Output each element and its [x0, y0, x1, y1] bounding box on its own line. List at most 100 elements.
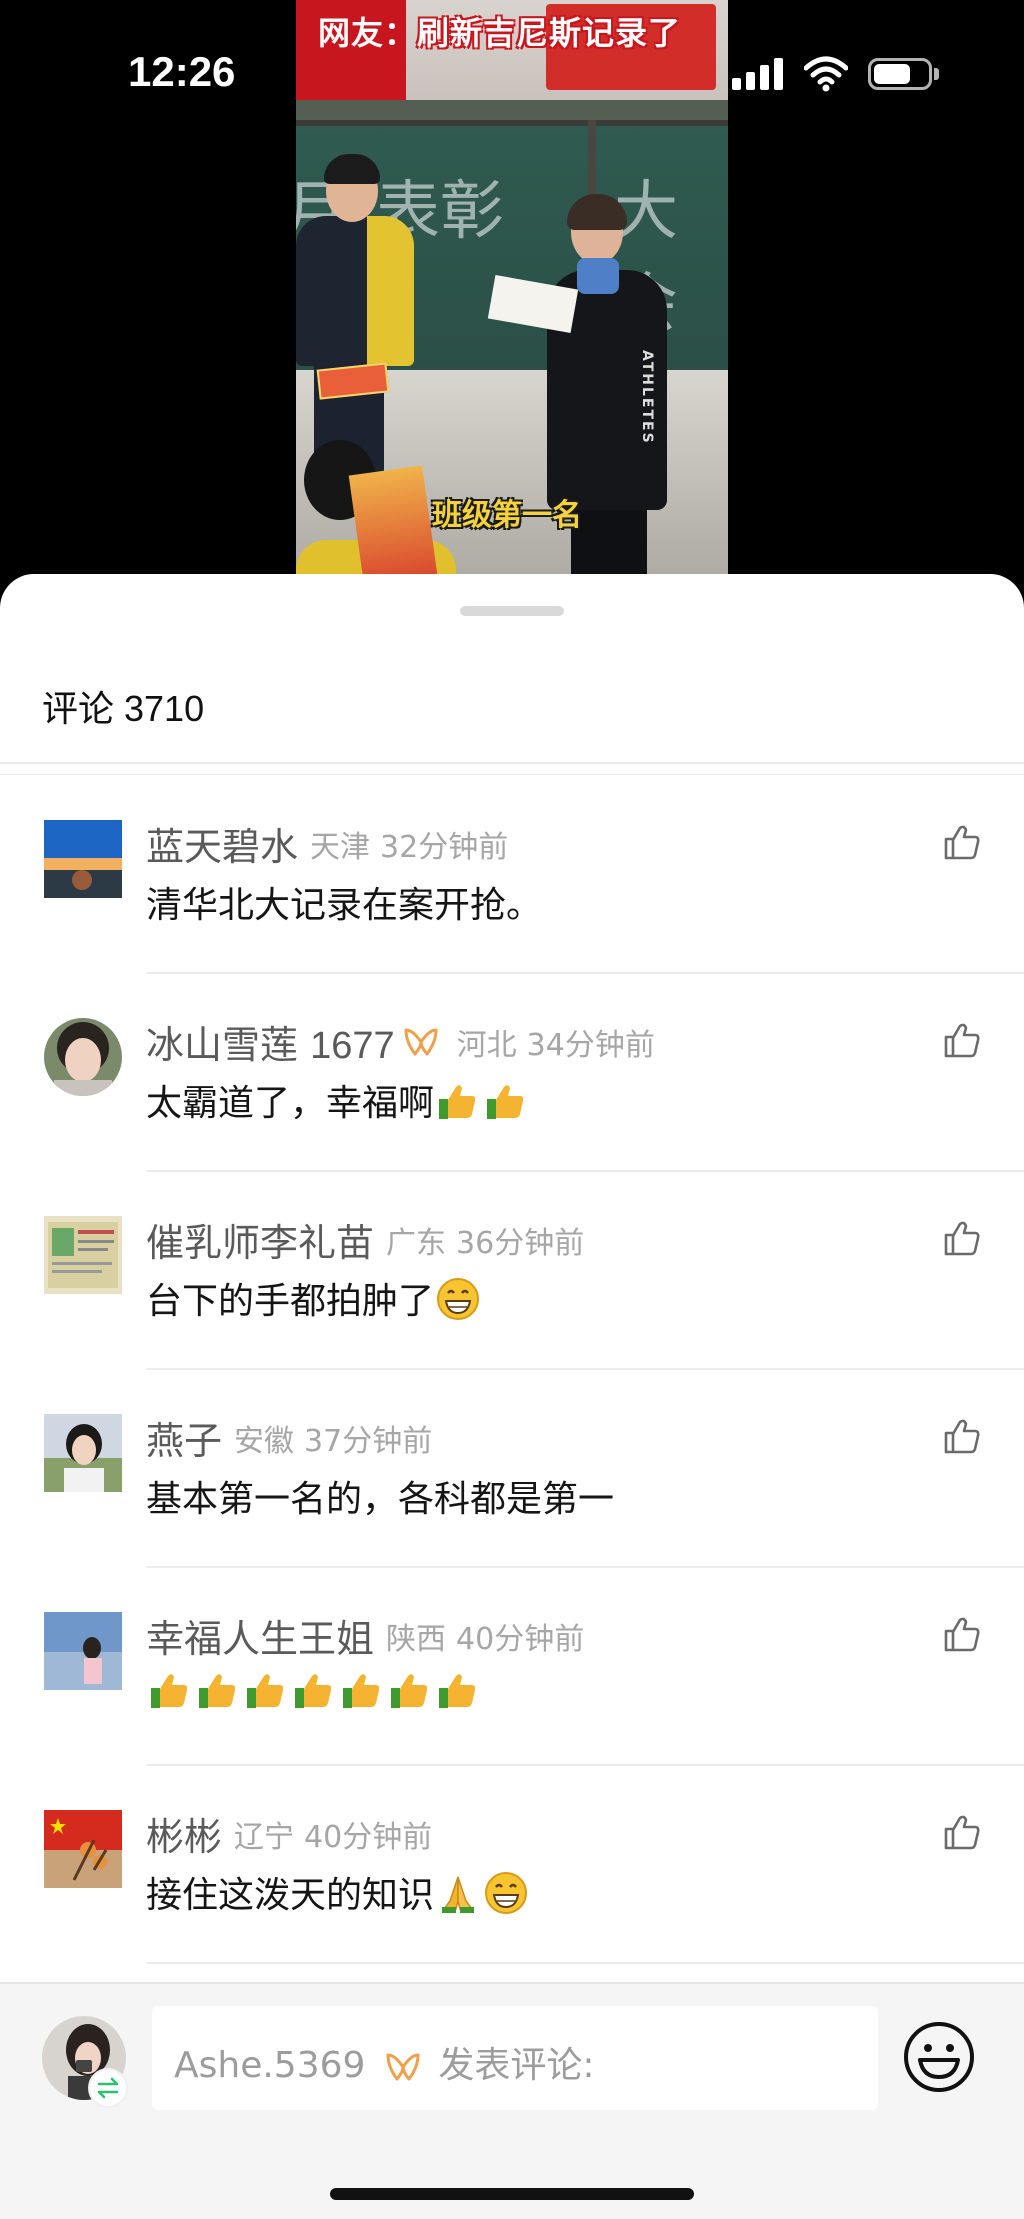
comments-title: 评论 3710 [42, 680, 204, 732]
avatar[interactable] [44, 1414, 122, 1492]
comment-text: 清华北大记录在案开抢。 [146, 885, 543, 926]
comment-text-content: 太霸道了，幸福啊 [146, 1083, 435, 1124]
input-placeholder: 发表评论: [438, 2045, 595, 2086]
sheet-drag-handle[interactable] [460, 606, 564, 616]
video-frame: 月 表彰 大会 ATHLETES 网友：刷新吉尼斯记录了 班级第一名 [296, 0, 728, 600]
comment-text [146, 1668, 482, 1713]
comment-username[interactable]: 催乳师李礼苗 [146, 1221, 374, 1265]
like-icon[interactable] [942, 1812, 982, 1852]
comment-time: 40分钟前 [456, 1621, 585, 1657]
battery-cap [934, 68, 939, 80]
teacher-scarf [577, 258, 619, 294]
comment-time: 37分钟前 [304, 1423, 433, 1459]
comment-username[interactable]: 彬彬 [146, 1815, 222, 1859]
thumbs-up-emoji-icon [484, 1079, 528, 1123]
comment-item[interactable]: 幸福人生王姐 陕西 40分钟前 [0, 1568, 1024, 1766]
comment-item[interactable]: 催乳师李礼苗 广东 36分钟前 台下的手都拍肿了 [0, 1172, 1024, 1370]
comment-time: 40分钟前 [304, 1819, 433, 1855]
comment-username-number: 1677 [310, 1025, 395, 1067]
battery-level [874, 64, 910, 84]
comment-input[interactable]: Ashe.5369 发表评论: [152, 2006, 878, 2110]
student-hair [324, 154, 380, 184]
header-divider [0, 762, 1024, 764]
like-icon[interactable] [942, 1218, 982, 1258]
video-player[interactable]: 月 表彰 大会 ATHLETES 网友：刷新吉尼斯记录了 班级第一名 12:26 [0, 0, 1024, 600]
student-jacket [296, 216, 414, 366]
comment-header: 催乳师李礼苗 广东 36分钟前 [146, 1212, 585, 1265]
comment-header: 燕子 安徽 37分钟前 [146, 1410, 433, 1463]
comments-sheet: 评论 3710 蓝天碧水 天津 32分钟前 清华北大记录在案开抢。 冰山雪莲 1… [0, 574, 1024, 2219]
vip-badge-icon [386, 2053, 420, 2081]
comment-username-text: 冰山雪莲 [146, 1023, 299, 1067]
comment-item[interactable]: 彬彬 辽宁 40分钟前 接住这泼天的知识 [0, 1766, 1024, 1964]
video-caption: 班级第一名 [432, 498, 582, 533]
cellular-signal-icon [732, 56, 788, 92]
teacher-hair [567, 194, 627, 230]
like-icon[interactable] [942, 1416, 982, 1456]
comment-text: 基本第一名的，各科都是第一 [146, 1479, 615, 1520]
wifi-icon [803, 56, 849, 92]
comment-location: 河北 [456, 1027, 517, 1063]
comment-time: 32分钟前 [380, 829, 509, 865]
emoji-picker-icon[interactable] [902, 2020, 976, 2094]
input-username: Ashe.5369 [174, 2045, 366, 2086]
teacher-figure: ATHLETES [487, 194, 701, 600]
comments-title-label: 评论 [42, 689, 115, 730]
pray-emoji-icon [436, 1871, 480, 1915]
comment-divider [146, 1962, 1024, 1964]
avatar[interactable] [44, 1810, 122, 1888]
comment-text: 接住这泼天的知识 [146, 1866, 530, 1918]
thumbs-up-emoji-icon [388, 1668, 432, 1712]
thumbs-up-emoji-icon [148, 1668, 192, 1712]
comment-text: 台下的手都拍肿了 [146, 1272, 482, 1324]
comment-header: 彬彬 辽宁 40分钟前 [146, 1806, 433, 1859]
comment-item[interactable]: 燕子 安徽 37分钟前 基本第一名的，各科都是第一 [0, 1370, 1024, 1568]
comment-time: 36分钟前 [456, 1225, 585, 1261]
student-figure [296, 150, 414, 504]
status-icons [732, 56, 942, 96]
comment-input-bar: Ashe.5369 发表评论: [0, 1982, 1024, 2219]
status-time: 12:26 [128, 48, 236, 95]
comment-username[interactable]: 蓝天碧水 [146, 825, 298, 869]
switch-account-icon[interactable] [88, 2068, 128, 2108]
avatar[interactable] [44, 1216, 122, 1294]
thumbs-up-emoji-icon [340, 1668, 384, 1712]
comment-location: 广东 [386, 1225, 447, 1261]
home-indicator[interactable] [330, 2188, 694, 2200]
battery-icon [868, 58, 932, 90]
comment-text-content: 台下的手都拍肿了 [146, 1281, 435, 1322]
comment-text: 太霸道了，幸福啊 [146, 1074, 530, 1126]
header-divider-2 [0, 774, 1024, 775]
comment-item[interactable]: 蓝天碧水 天津 32分钟前 清华北大记录在案开抢。 [0, 776, 1024, 974]
foreground-kid-book [348, 465, 438, 585]
grin-emoji-icon [436, 1277, 480, 1321]
avatar[interactable] [44, 1612, 122, 1690]
thumbs-up-emoji-icon [196, 1668, 240, 1712]
jacket-text: ATHLETES [639, 350, 655, 445]
comment-username[interactable]: 燕子 [146, 1419, 222, 1463]
comment-item[interactable]: 冰山雪莲 1677 河北 34分钟前 太霸道了，幸福啊 [0, 974, 1024, 1172]
thumbs-up-emoji-icon [292, 1668, 336, 1712]
comment-header: 蓝天碧水 天津 32分钟前 [146, 816, 509, 869]
comment-time: 34分钟前 [526, 1027, 655, 1063]
comment-username[interactable]: 幸福人生王姐 [146, 1617, 374, 1661]
comment-header: 冰山雪莲 1677 河北 34分钟前 [146, 1014, 655, 1067]
like-icon[interactable] [942, 822, 982, 862]
thumbs-up-emoji-icon [244, 1668, 288, 1712]
thumbs-up-emoji-icon [436, 1668, 480, 1712]
like-icon[interactable] [942, 1614, 982, 1654]
comment-username[interactable]: 冰山雪莲 1677 [146, 1023, 395, 1067]
comment-location: 安徽 [234, 1423, 295, 1459]
avatar[interactable] [44, 1018, 122, 1096]
comment-location: 辽宁 [234, 1819, 295, 1855]
vip-badge-icon [404, 1028, 438, 1055]
comments-count: 3710 [124, 688, 205, 729]
thumbs-up-emoji-icon [436, 1079, 480, 1123]
comment-text-content: 接住这泼天的知识 [146, 1875, 435, 1916]
avatar[interactable] [44, 820, 122, 898]
comment-input-placeholder: Ashe.5369 发表评论: [174, 2036, 594, 2088]
comment-header: 幸福人生王姐 陕西 40分钟前 [146, 1608, 585, 1661]
like-icon[interactable] [942, 1020, 982, 1060]
comment-location: 陕西 [386, 1621, 447, 1657]
grin-emoji-icon [484, 1871, 528, 1915]
